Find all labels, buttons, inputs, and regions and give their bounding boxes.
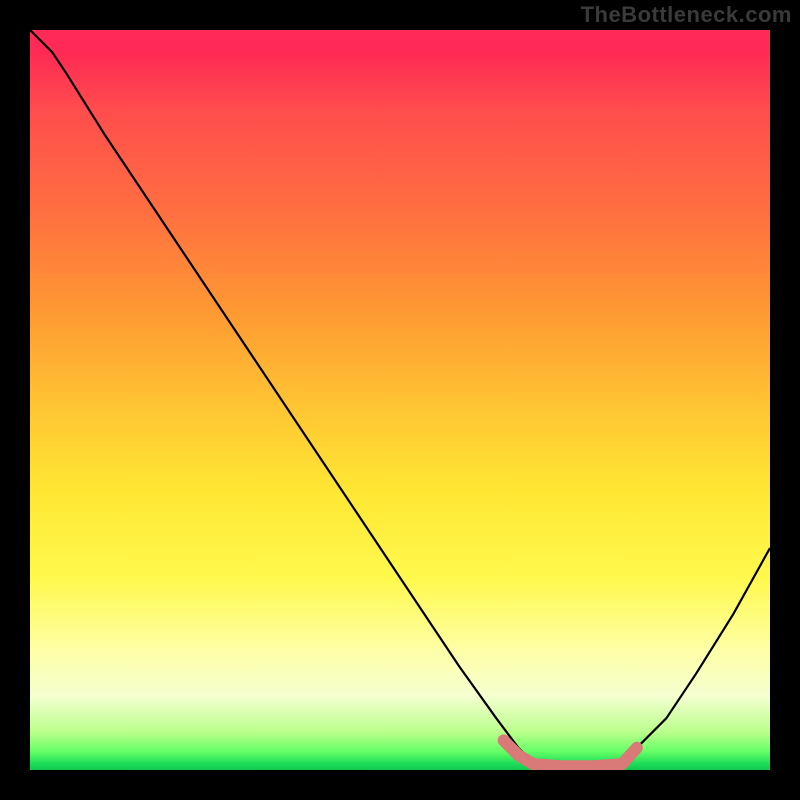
watermark-text: TheBottleneck.com: [581, 2, 792, 28]
chart-container: TheBottleneck.com: [0, 0, 800, 800]
plot-area: [30, 30, 770, 770]
optimal-range-highlight: [30, 30, 770, 770]
